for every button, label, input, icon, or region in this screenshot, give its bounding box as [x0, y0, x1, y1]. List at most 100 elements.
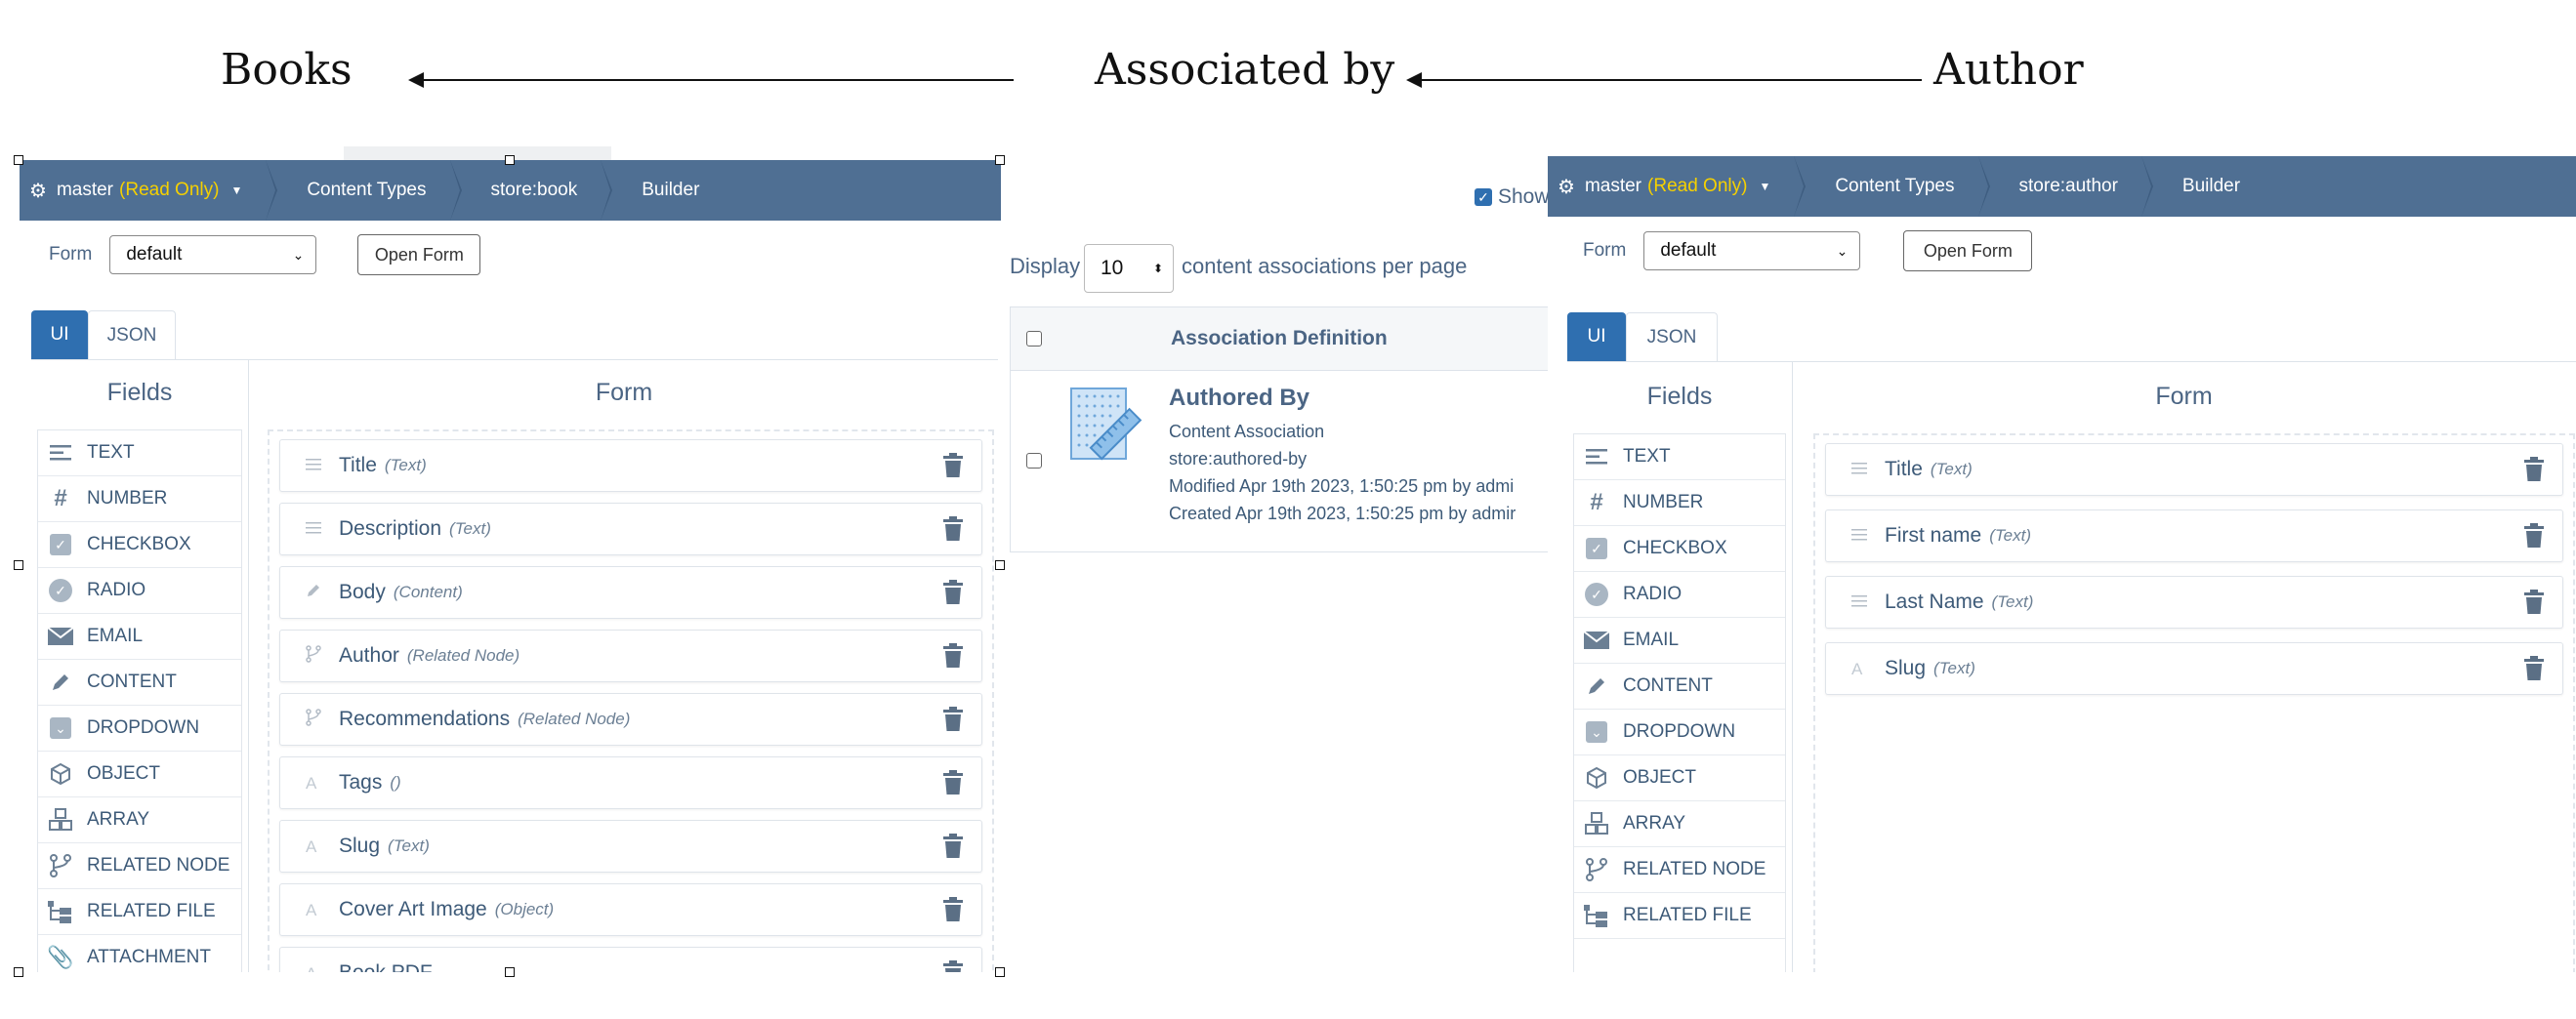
resize-handle[interactable]: [995, 560, 1005, 570]
trash-icon[interactable]: [942, 516, 964, 542]
field-type-dropdown[interactable]: ⌄ DROPDOWN: [38, 706, 241, 752]
field-type-array[interactable]: ARRAY: [1574, 801, 1785, 847]
association-title-link[interactable]: Authored By: [1169, 385, 1516, 412]
form-field-item[interactable]: A Book PDF: [279, 947, 982, 972]
breadcrumb-branch[interactable]: ⚙ master (Read Only) ▼: [1548, 156, 1807, 217]
column-association-definition[interactable]: Association Definition: [1171, 327, 1388, 350]
text-lines-icon: [1851, 526, 1879, 547]
trash-icon[interactable]: [2523, 590, 2545, 615]
resize-handle[interactable]: [505, 155, 515, 165]
chevron-down-icon: ▼: [230, 183, 243, 197]
trash-icon[interactable]: [942, 960, 964, 972]
open-form-button[interactable]: Open Form: [357, 234, 481, 275]
breadcrumb-builder[interactable]: Builder: [2143, 156, 2265, 217]
trash-icon[interactable]: [942, 453, 964, 478]
form-select[interactable]: default ⌄: [109, 235, 317, 274]
field-type-radio[interactable]: ✓ RADIO: [1574, 572, 1785, 618]
trash-icon[interactable]: [2523, 457, 2545, 482]
field-type-object[interactable]: OBJECT: [1574, 755, 1785, 801]
form-field-item[interactable]: Last Name (Text): [1825, 576, 2563, 629]
form-field-item[interactable]: A Tags (): [279, 756, 982, 809]
form-select-value: default: [1660, 240, 1717, 261]
field-type-number[interactable]: # NUMBER: [1574, 480, 1785, 526]
trash-icon[interactable]: [942, 770, 964, 795]
trash-icon[interactable]: [942, 580, 964, 605]
form-field-item[interactable]: A Cover Art Image (Object): [279, 883, 982, 936]
arrow-associated-by: [1406, 72, 1922, 88]
trash-icon[interactable]: [942, 643, 964, 669]
form-field-item[interactable]: Body (Content): [279, 566, 982, 619]
field-type-attachment[interactable]: 📎 ATTACHMENT: [38, 935, 241, 972]
form-field-item[interactable]: Description (Text): [279, 503, 982, 555]
form-field-item[interactable]: A Slug (Text): [279, 820, 982, 873]
field-type-object[interactable]: OBJECT: [38, 752, 241, 797]
association-kind: Content Association: [1169, 422, 1325, 441]
form-drop-area[interactable]: Title (Text) Description (Text) Body (Content…: [268, 429, 994, 972]
field-type-text[interactable]: TEXT: [38, 430, 241, 476]
field-type-content[interactable]: CONTENT: [38, 660, 241, 706]
field-type-related-file[interactable]: RELATED FILE: [38, 889, 241, 935]
field-type-dropdown[interactable]: ⌄ DROPDOWN: [1574, 710, 1785, 755]
field-type-email[interactable]: EMAIL: [1574, 618, 1785, 664]
field-type-checkbox[interactable]: ✓ CHECKBOX: [1574, 526, 1785, 572]
hash-icon: #: [1590, 489, 1603, 515]
branch-name: master: [56, 180, 114, 200]
form-field-item[interactable]: Author (Related Node): [279, 630, 982, 682]
pencil-icon: [306, 583, 333, 603]
form-field-item[interactable]: First name (Text): [1825, 510, 2563, 562]
field-type-radio[interactable]: ✓ RADIO: [38, 568, 241, 614]
tab-json[interactable]: JSON: [1626, 312, 1718, 361]
field-type-related-node[interactable]: RELATED NODE: [1574, 847, 1785, 893]
breadcrumb-type[interactable]: store:author: [1980, 156, 2154, 217]
tab-json[interactable]: JSON: [88, 310, 176, 359]
resize-handle[interactable]: [14, 560, 23, 570]
resize-handle[interactable]: [14, 967, 23, 977]
field-type-checkbox[interactable]: ✓ CHECKBOX: [38, 522, 241, 568]
field-type-content[interactable]: CONTENT: [1574, 664, 1785, 710]
trash-icon[interactable]: [2523, 656, 2545, 681]
breadcrumb-content-types[interactable]: Content Types: [268, 160, 462, 221]
select-all-checkbox[interactable]: [1026, 331, 1042, 346]
form-label: Form: [49, 244, 93, 265]
field-type-array[interactable]: ARRAY: [38, 797, 241, 843]
breadcrumb-branch[interactable]: ⚙ master (Read Only) ▼: [20, 160, 278, 221]
breadcrumb-type[interactable]: store:book: [452, 160, 612, 221]
field-type-related-file[interactable]: RELATED FILE: [1574, 893, 1785, 939]
show-label: Show: [1498, 185, 1550, 208]
hash-icon: #: [54, 485, 67, 511]
breadcrumb-builder[interactable]: Builder: [602, 160, 725, 221]
resize-handle[interactable]: [505, 967, 515, 977]
form-field-item[interactable]: Recommendations (Related Node): [279, 693, 982, 746]
trash-icon[interactable]: [2523, 523, 2545, 549]
form-drop-area[interactable]: Title (Text) First name (Text) Last Name (Tex…: [1813, 433, 2575, 972]
table-row[interactable]: Authored By Content Association store:au…: [1011, 371, 1558, 550]
open-form-button[interactable]: Open Form: [1903, 230, 2033, 271]
breadcrumb-label: Builder: [642, 180, 700, 200]
view-tabs: UI JSON: [1567, 312, 2576, 362]
trash-icon[interactable]: [942, 897, 964, 922]
breadcrumb-content-types[interactable]: Content Types: [1796, 156, 1990, 217]
tab-ui[interactable]: UI: [1567, 312, 1626, 361]
text-lines-icon: [1851, 592, 1879, 613]
resize-handle[interactable]: [995, 155, 1005, 165]
gear-icon: ⚙: [29, 180, 47, 202]
readonly-badge: (Read Only): [119, 180, 220, 200]
show-checkbox[interactable]: ✓: [1475, 188, 1492, 206]
field-type-text[interactable]: TEXT: [1574, 434, 1785, 480]
form-field-item[interactable]: A Slug (Text): [1825, 642, 2563, 695]
trash-icon[interactable]: [942, 707, 964, 732]
field-type-related-node[interactable]: RELATED NODE: [38, 843, 241, 889]
arrow-books: [408, 72, 1014, 88]
form-field-item[interactable]: Title (Text): [1825, 443, 2563, 496]
per-page-select[interactable]: 10 ⬍: [1084, 244, 1174, 293]
form-field-name: Last Name: [1885, 591, 1984, 613]
field-type-number[interactable]: # NUMBER: [38, 476, 241, 522]
field-type-email[interactable]: EMAIL: [38, 614, 241, 660]
form-field-item[interactable]: Title (Text): [279, 439, 982, 492]
trash-icon[interactable]: [942, 834, 964, 859]
form-select[interactable]: default ⌄: [1643, 231, 1861, 270]
resize-handle[interactable]: [14, 155, 23, 165]
row-checkbox[interactable]: [1026, 453, 1042, 469]
tab-ui[interactable]: UI: [31, 310, 88, 359]
resize-handle[interactable]: [995, 967, 1005, 977]
